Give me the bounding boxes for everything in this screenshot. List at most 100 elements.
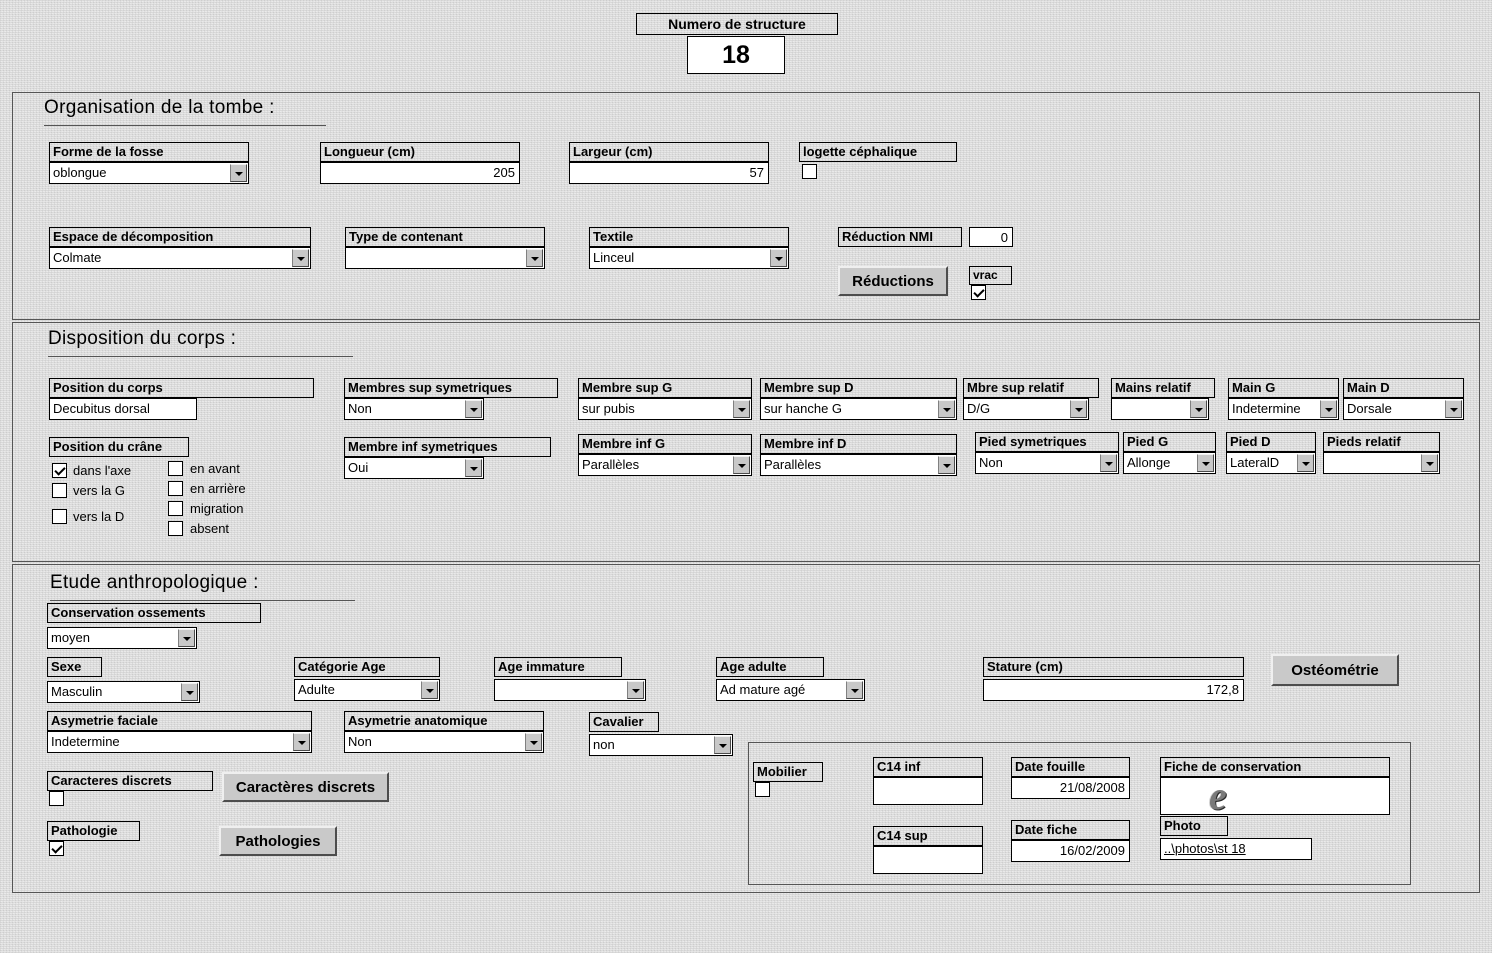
combo-membres-sup-symetriques[interactable]: Non	[344, 398, 484, 420]
combo-membre-sup-d[interactable]: sur hanche G	[760, 398, 957, 420]
combo-main-g[interactable]: Indetermine	[1228, 398, 1339, 420]
label-mbre-sup-relatif: Mbre sup relatif	[963, 378, 1099, 398]
chevron-down-icon[interactable]	[1445, 400, 1462, 418]
combo-membre-sup-g-value: sur pubis	[582, 401, 635, 416]
combo-type-contenant[interactable]	[345, 247, 545, 269]
chevron-down-icon[interactable]	[733, 456, 750, 474]
combo-espace-decomposition[interactable]: Colmate	[49, 247, 311, 269]
checkbox-crane-vers-la-g[interactable]	[52, 483, 67, 498]
input-longueur[interactable]: 205	[320, 162, 520, 184]
combo-sexe-value: Masculin	[51, 684, 103, 699]
label-c14-sup: C14 sup	[873, 826, 983, 846]
input-c14-inf[interactable]	[873, 777, 983, 805]
combo-conservation-ossements[interactable]: moyen	[47, 627, 197, 649]
combo-membre-inf-g[interactable]: Parallèles	[578, 454, 752, 476]
chevron-down-icon[interactable]	[1190, 400, 1207, 418]
checkbox-logette-cephalique[interactable]	[802, 164, 817, 179]
checkbox-caracteres-discrets[interactable]	[49, 791, 64, 806]
chevron-down-icon[interactable]	[178, 629, 195, 647]
combo-asymetrie-faciale-value: Indetermine	[51, 734, 120, 749]
chevron-down-icon[interactable]	[465, 400, 482, 418]
checkbox-crane-migration[interactable]	[168, 501, 183, 516]
caracteres-discrets-button[interactable]: Caractères discrets	[222, 772, 389, 802]
combo-pied-d-value: LateralD	[1230, 455, 1280, 470]
chevron-down-icon[interactable]	[1320, 400, 1337, 418]
label-mains-relatif: Mains relatif	[1111, 378, 1215, 398]
section-organisation-tombe	[12, 92, 1480, 320]
chevron-down-icon[interactable]	[1421, 454, 1438, 472]
combo-pied-symetriques[interactable]: Non	[975, 452, 1119, 474]
combo-categorie-age[interactable]: Adulte	[294, 679, 440, 701]
chevron-down-icon[interactable]	[627, 681, 644, 699]
combo-membre-inf-d[interactable]: Parallèles	[760, 454, 957, 476]
pathologies-button[interactable]: Pathologies	[219, 826, 337, 856]
chevron-down-icon[interactable]	[770, 249, 787, 267]
combo-asymetrie-anatomique-value: Non	[348, 734, 372, 749]
checkbox-crane-en-arriere[interactable]	[168, 481, 183, 496]
input-largeur[interactable]: 57	[569, 162, 769, 184]
combo-forme-fosse[interactable]: oblongue	[49, 162, 249, 184]
combo-age-immature[interactable]	[494, 679, 646, 701]
input-reduction-nmi[interactable]: 0	[969, 227, 1013, 247]
checkbox-mobilier[interactable]	[755, 782, 770, 797]
chevron-down-icon[interactable]	[465, 459, 482, 477]
input-date-fouille[interactable]: 21/08/2008	[1011, 777, 1130, 799]
input-photo-path[interactable]: ..\photos\st 18	[1160, 838, 1312, 860]
chevron-down-icon[interactable]	[525, 733, 542, 751]
label-membre-inf-symetriques: Membre inf symetriques	[344, 437, 551, 457]
chevron-down-icon[interactable]	[714, 736, 731, 754]
structure-number-label: Numero de structure	[636, 13, 838, 35]
combo-pieds-relatif[interactable]	[1323, 452, 1440, 474]
label-main-d: Main D	[1343, 378, 1464, 398]
combo-mains-relatif[interactable]	[1111, 398, 1209, 420]
label-crane-dans-laxe: dans l'axe	[73, 463, 132, 478]
reductions-button[interactable]: Réductions	[838, 266, 948, 296]
chevron-down-icon[interactable]	[230, 164, 247, 182]
chevron-down-icon[interactable]	[938, 400, 955, 418]
combo-sexe[interactable]: Masculin	[47, 681, 200, 703]
combo-membre-inf-symetriques[interactable]: Oui	[344, 457, 484, 479]
chevron-down-icon[interactable]	[733, 400, 750, 418]
chevron-down-icon[interactable]	[421, 681, 438, 699]
checkbox-crane-en-avant[interactable]	[168, 461, 183, 476]
chevron-down-icon[interactable]	[292, 249, 309, 267]
ole-fiche-conservation[interactable]: e	[1160, 777, 1390, 815]
osteometrie-button[interactable]: Ostéométrie	[1271, 654, 1399, 686]
chevron-down-icon[interactable]	[1070, 400, 1087, 418]
input-c14-sup[interactable]	[873, 846, 983, 874]
checkbox-crane-absent[interactable]	[168, 521, 183, 536]
combo-pied-d[interactable]: LateralD	[1226, 452, 1316, 474]
combo-main-d-value: Dorsale	[1347, 401, 1392, 416]
combo-cavalier[interactable]: non	[589, 734, 733, 756]
chevron-down-icon[interactable]	[181, 683, 198, 701]
checkbox-crane-dans-laxe[interactable]	[52, 463, 67, 478]
input-date-fiche[interactable]: 16/02/2009	[1011, 840, 1130, 862]
combo-asymetrie-anatomique[interactable]: Non	[344, 731, 544, 753]
chevron-down-icon[interactable]	[938, 456, 955, 474]
combo-membre-sup-g[interactable]: sur pubis	[578, 398, 752, 420]
combo-pied-g[interactable]: Allonge	[1123, 452, 1216, 474]
combo-mbre-sup-relatif[interactable]: D/G	[963, 398, 1089, 420]
checkbox-crane-vers-la-d[interactable]	[52, 509, 67, 524]
chevron-down-icon[interactable]	[1297, 454, 1314, 472]
chevron-down-icon[interactable]	[526, 249, 543, 267]
combo-membre-inf-g-value: Parallèles	[582, 457, 640, 472]
chevron-down-icon[interactable]	[293, 733, 310, 751]
combo-textile[interactable]: Linceul	[589, 247, 789, 269]
input-stature[interactable]: 172,8	[983, 679, 1244, 701]
section-rule-anthropologie	[50, 600, 355, 601]
chevron-down-icon[interactable]	[1100, 454, 1117, 472]
label-conservation-ossements: Conservation ossements	[47, 603, 261, 623]
chevron-down-icon[interactable]	[1197, 454, 1214, 472]
combo-asymetrie-faciale[interactable]: Indetermine	[47, 731, 312, 753]
structure-number-value[interactable]: 18	[687, 36, 785, 74]
label-logette-cephalique: logette céphalique	[799, 142, 957, 162]
checkbox-pathologie[interactable]	[49, 841, 64, 856]
combo-main-d[interactable]: Dorsale	[1343, 398, 1464, 420]
label-crane-migration: migration	[190, 501, 244, 516]
combo-main-g-value: Indetermine	[1232, 401, 1301, 416]
chevron-down-icon[interactable]	[846, 681, 863, 699]
combo-age-adulte[interactable]: Ad mature agé	[716, 679, 865, 701]
input-position-corps[interactable]: Decubitus dorsal	[49, 398, 197, 420]
checkbox-vrac[interactable]	[971, 285, 986, 300]
